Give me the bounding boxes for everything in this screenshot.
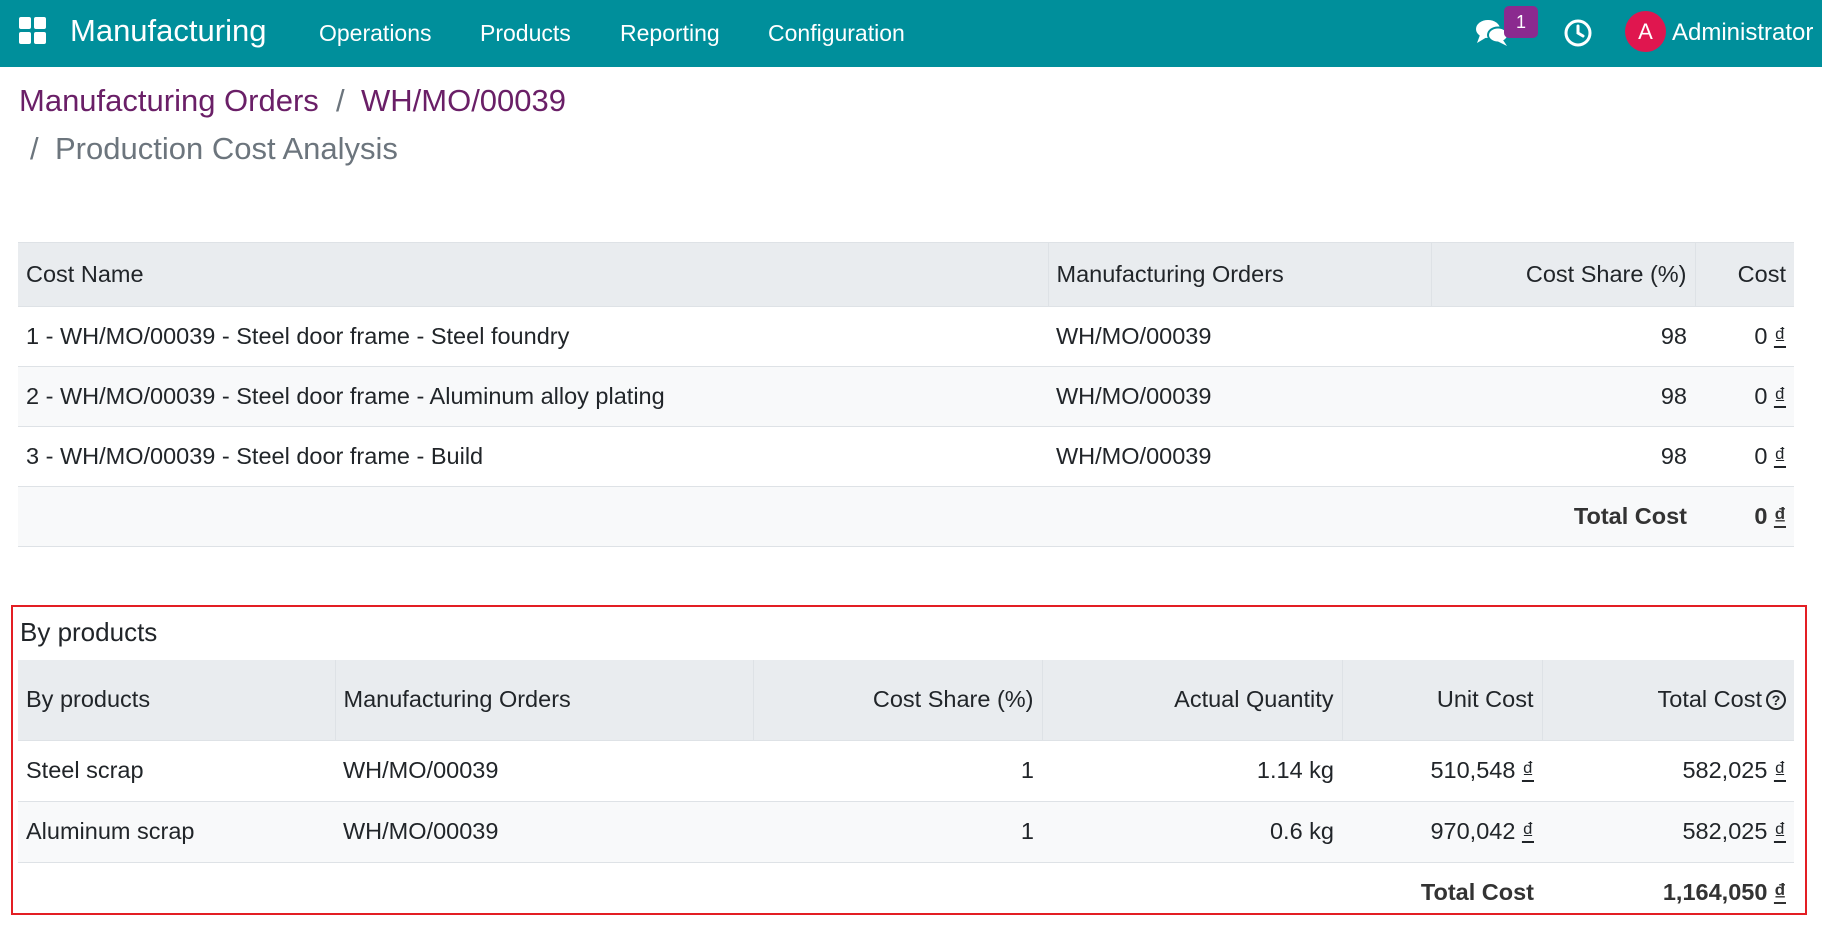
currency-symbol: ₫ (1773, 757, 1786, 783)
table-row[interactable]: Aluminum scrap WH/MO/00039 1 0.6 kg 970,… (18, 800, 1794, 862)
user-menu-name[interactable]: Administrator (1672, 19, 1813, 47)
total-row: Total Cost 0 ₫ (18, 486, 1794, 547)
table-row[interactable]: 1 - WH/MO/00039 - Steel door frame - Ste… (18, 306, 1794, 367)
unit-cost-value: 510,548 (1430, 757, 1516, 783)
total-cost-value: 582,025 (1682, 818, 1768, 844)
unit-cost-value: 970,042 (1430, 818, 1516, 844)
total-value: 1,164,050 (1662, 879, 1768, 906)
currency-symbol: ₫ (1773, 383, 1786, 409)
app-grid-icon[interactable] (19, 17, 47, 45)
currency-symbol: ₫ (1521, 757, 1534, 783)
cost-share-cell: 98 (1431, 366, 1695, 427)
byproducts-section-title: By products (20, 617, 158, 647)
column-header-total-cost[interactable]: Total Cost? (1541, 660, 1794, 740)
total-cost-value: 0 ₫ (1695, 486, 1794, 547)
column-header-cost-share[interactable]: Cost Share (%) (1430, 242, 1695, 307)
help-icon[interactable]: ? (1766, 690, 1786, 711)
table-row[interactable]: 3 - WH/MO/00039 - Steel door frame - Bui… (18, 426, 1794, 487)
menu-operations[interactable]: Operations (319, 19, 432, 47)
cost-name-cell: 3 - WH/MO/00039 - Steel door frame - Bui… (18, 426, 1048, 487)
cost-value: 0 (1754, 383, 1768, 409)
column-header-manufacturing-orders[interactable]: Manufacturing Orders (334, 660, 753, 740)
breadcrumb-separator: / (30, 131, 39, 166)
total-value: 0 (1754, 503, 1768, 529)
currency-symbol: ₫ (1521, 818, 1534, 844)
top-navbar: Manufacturing Operations Products Report… (0, 0, 1822, 67)
mo-cell: WH/MO/00039 (1048, 366, 1431, 427)
operation-cost-table: Cost Name Manufacturing Orders Cost Shar… (18, 242, 1794, 547)
column-header-cost-share[interactable]: Cost Share (%) (752, 660, 1042, 740)
table-header-row: By products Manufacturing Orders Cost Sh… (18, 660, 1794, 740)
breadcrumb-manufacturing-orders[interactable]: Manufacturing Orders (19, 83, 319, 119)
mo-cell: WH/MO/00039 (335, 739, 753, 801)
cost-value: 0 (1754, 323, 1768, 349)
mo-cell: WH/MO/00039 (335, 800, 753, 862)
total-cost-value: 582,025 (1682, 757, 1768, 783)
currency-symbol: ₫ (1773, 323, 1786, 349)
menu-products[interactable]: Products (480, 19, 571, 47)
total-cost-header-label: Total Cost (1657, 686, 1763, 713)
mo-cell: WH/MO/00039 (1048, 426, 1431, 487)
cost-name-cell: 1 - WH/MO/00039 - Steel door frame - Ste… (18, 306, 1048, 367)
table-row[interactable]: Steel scrap WH/MO/00039 1 1.14 kg 510,54… (18, 739, 1794, 801)
cost-value: 0 (1754, 443, 1768, 469)
table-header-row: Cost Name Manufacturing Orders Cost Shar… (18, 242, 1794, 307)
currency-symbol: ₫ (1773, 443, 1786, 469)
clock-icon[interactable] (1563, 18, 1593, 48)
actual-quantity-cell: 1.14 kg (1042, 739, 1342, 801)
byproducts-table: By products Manufacturing Orders Cost Sh… (18, 660, 1794, 923)
menu-configuration[interactable]: Configuration (768, 19, 905, 47)
actual-quantity-cell: 0.6 kg (1042, 800, 1342, 862)
mo-cell: WH/MO/00039 (1048, 306, 1431, 367)
cost-cell: 0 ₫ (1695, 426, 1794, 487)
app-title[interactable]: Manufacturing (70, 13, 266, 49)
total-cost-label: Total Cost (1342, 861, 1542, 923)
cost-share-cell: 98 (1431, 426, 1695, 487)
page-title: Production Cost Analysis (55, 131, 398, 166)
cost-share-cell: 1 (753, 739, 1042, 801)
column-header-by-products[interactable]: By products (18, 660, 335, 740)
unit-cost-cell: 510,548 ₫ (1342, 739, 1542, 801)
cost-name-cell: 2 - WH/MO/00039 - Steel door frame - Alu… (18, 366, 1048, 427)
total-cost-cell: 582,025 ₫ (1542, 739, 1794, 801)
table-row[interactable]: 2 - WH/MO/00039 - Steel door frame - Alu… (18, 366, 1794, 427)
cost-cell: 0 ₫ (1695, 306, 1794, 367)
breadcrumb-separator: / (336, 83, 345, 118)
menu-reporting[interactable]: Reporting (620, 19, 720, 47)
currency-symbol: ₫ (1773, 503, 1786, 529)
total-row: Total Cost 1,164,050 ₫ (18, 861, 1794, 923)
column-header-actual-quantity[interactable]: Actual Quantity (1041, 660, 1342, 740)
total-cost-label: Total Cost (1431, 486, 1695, 547)
column-header-cost-name[interactable]: Cost Name (18, 242, 1048, 307)
cost-share-cell: 98 (1431, 306, 1695, 367)
user-avatar[interactable]: A (1625, 11, 1666, 52)
column-header-unit-cost[interactable]: Unit Cost (1341, 660, 1542, 740)
cost-cell: 0 ₫ (1695, 366, 1794, 427)
column-header-manufacturing-orders[interactable]: Manufacturing Orders (1047, 242, 1431, 307)
column-header-cost[interactable]: Cost (1694, 242, 1794, 307)
byproduct-name-cell: Steel scrap (18, 739, 335, 801)
message-count-badge: 1 (1504, 6, 1538, 38)
breadcrumb-mo-reference[interactable]: WH/MO/00039 (361, 83, 566, 119)
total-cost-cell: 582,025 ₫ (1542, 800, 1794, 862)
currency-symbol: ₫ (1773, 879, 1786, 906)
cost-share-cell: 1 (753, 800, 1042, 862)
currency-symbol: ₫ (1773, 818, 1786, 844)
byproduct-name-cell: Aluminum scrap (18, 800, 335, 862)
total-cost-value: 1,164,050 ₫ (1542, 861, 1794, 923)
unit-cost-cell: 970,042 ₫ (1342, 800, 1542, 862)
